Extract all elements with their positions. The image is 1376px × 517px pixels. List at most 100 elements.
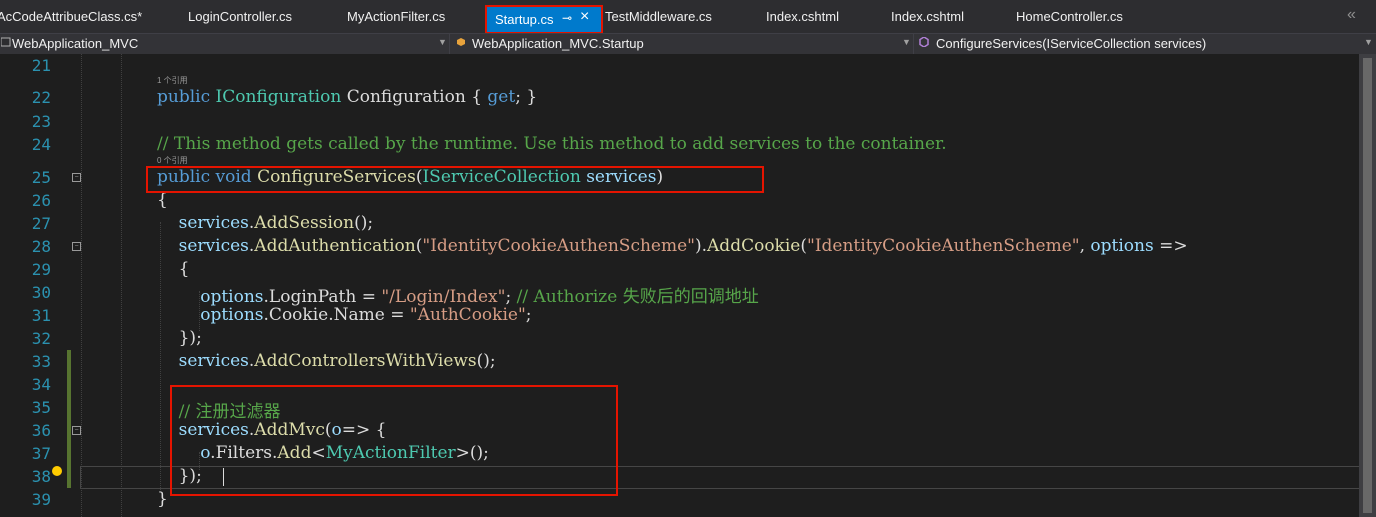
tab-index-cshtml-2[interactable]: Index.cshtml: [891, 9, 964, 24]
chevron-down-icon: ▼: [438, 37, 447, 47]
tab-testmiddleware[interactable]: TestMiddleware.cs: [605, 9, 712, 24]
member-dropdown-value: ConfigureServices(IServiceCollection ser…: [936, 36, 1207, 51]
code-token: get: [487, 87, 516, 107]
code-token: options: [1090, 236, 1154, 256]
tab-startup[interactable]: Startup.cs ⊸ ×: [485, 5, 603, 34]
code-text: services.AddAuthentication("IdentityCook…: [157, 236, 1188, 256]
code-line[interactable]: 22 public IConfiguration Configuration { …: [0, 86, 1359, 109]
code-line[interactable]: 23: [0, 110, 1359, 133]
chevron-down-icon: ▼: [1364, 37, 1373, 47]
tab-homecontroller[interactable]: HomeController.cs: [1016, 9, 1123, 24]
code-token: {: [157, 259, 190, 279]
code-token: options: [200, 305, 264, 325]
vertical-scrollbar[interactable]: [1359, 54, 1376, 517]
collapse-icon[interactable]: −: [72, 242, 81, 251]
line-number: 33: [31, 352, 51, 371]
project-dropdown[interactable]: WebApplication_MVC ▼: [0, 34, 450, 54]
tab-startup-label: Startup.cs: [495, 12, 554, 27]
code-token: {: [157, 190, 168, 210]
code-token: }: [157, 489, 168, 509]
code-token: services: [178, 351, 249, 371]
line-number: 21: [31, 56, 51, 75]
codelens-references[interactable]: 1 个引用: [157, 75, 188, 86]
line-number: 35: [31, 398, 51, 417]
collapse-icon[interactable]: −: [72, 173, 81, 182]
code-token: "AuthCookie": [409, 305, 526, 325]
code-line[interactable]: 33 services.AddControllersWithViews();: [0, 350, 1359, 373]
type-dropdown[interactable]: WebApplication_MVC.Startup ▼: [450, 34, 914, 54]
document-tab-bar: AcCodeAttribueClass.cs* LoginController.…: [0, 0, 1376, 34]
line-number: 24: [31, 135, 51, 154]
line-number: 36: [31, 421, 51, 440]
code-token: AddAuthentication: [254, 236, 416, 256]
code-line[interactable]: 27 services.AddSession();: [0, 212, 1359, 235]
chevron-double-left-icon[interactable]: «: [1347, 6, 1356, 24]
code-token: Configuration {: [341, 87, 488, 107]
code-token: AddSession: [254, 213, 355, 233]
line-number: 39: [31, 490, 51, 509]
code-text: });: [157, 328, 202, 348]
code-token: ,: [1079, 236, 1091, 256]
code-token: public: [157, 87, 211, 107]
code-token: ).: [694, 236, 708, 256]
tab-logincontroller[interactable]: LoginController.cs: [188, 9, 292, 24]
code-token: "IdentityCookieAuthenScheme": [807, 236, 1080, 256]
code-line[interactable]: 32 });: [0, 327, 1359, 350]
code-text: public IConfiguration Configuration { ge…: [157, 87, 537, 107]
code-text: services.AddSession();: [157, 213, 374, 233]
project-dropdown-value: WebApplication_MVC: [12, 36, 139, 51]
line-number: 29: [31, 260, 51, 279]
code-token: (: [800, 236, 807, 256]
tab-accodeattribueclass[interactable]: AcCodeAttribueClass.cs*: [0, 9, 142, 24]
code-token: IConfiguration: [215, 87, 342, 107]
line-number: 32: [31, 329, 51, 348]
line-number: 31: [31, 306, 51, 325]
code-token: });: [157, 328, 202, 348]
scrollbar-thumb[interactable]: [1363, 58, 1372, 513]
tab-myactionfilter[interactable]: MyActionFilter.cs: [347, 9, 445, 24]
code-token: ;: [525, 305, 532, 325]
code-line[interactable]: 31 options.Cookie.Name = "AuthCookie";: [0, 304, 1359, 327]
code-line[interactable]: 24 // This method gets called by the runt…: [0, 133, 1359, 156]
line-number: 34: [31, 375, 51, 394]
code-token: ();: [354, 213, 374, 233]
tab-index-cshtml-1[interactable]: Index.cshtml: [766, 9, 839, 24]
code-token: ; }: [515, 87, 538, 107]
line-number: 30: [31, 283, 51, 302]
code-token: ();: [476, 351, 496, 371]
line-number: 23: [31, 112, 51, 131]
type-dropdown-value: WebApplication_MVC.Startup: [472, 36, 644, 51]
code-token: "IdentityCookieAuthenScheme": [422, 236, 695, 256]
line-number: 27: [31, 214, 51, 233]
code-token: AddCookie: [707, 236, 801, 256]
code-token: services: [178, 236, 249, 256]
code-line[interactable]: 30 options.LoginPath = "/Login/Index"; /…: [0, 281, 1359, 307]
pin-icon[interactable]: ⊸: [562, 11, 572, 25]
code-text: }: [157, 489, 168, 509]
code-token: =>: [1153, 236, 1188, 256]
code-editor[interactable]: 21 22 public IConfiguration Configuration …: [0, 54, 1376, 517]
collapse-icon[interactable]: −: [72, 426, 81, 435]
code-token: services: [178, 213, 249, 233]
lightbulb-icon[interactable]: [52, 466, 62, 476]
method-icon: [919, 37, 929, 47]
code-text: // This method gets called by the runtim…: [157, 134, 947, 154]
code-text: {: [157, 190, 168, 210]
code-line[interactable]: 21: [0, 54, 1359, 77]
text-caret: [223, 468, 224, 486]
code-token: AddControllersWithViews: [254, 351, 477, 371]
code-token: // This method gets called by the runtim…: [157, 134, 947, 154]
filter-registration-highlight: [170, 385, 618, 496]
member-dropdown[interactable]: ConfigureServices(IServiceCollection ser…: [914, 34, 1376, 54]
close-icon[interactable]: ×: [580, 8, 589, 26]
line-number: 25: [31, 168, 51, 187]
code-line[interactable]: 28 services.AddAuthentication("IdentityC…: [0, 235, 1359, 258]
class-icon: [457, 38, 465, 46]
code-text: options.Cookie.Name = "AuthCookie";: [157, 305, 532, 325]
code-line[interactable]: 29 {: [0, 258, 1359, 281]
csharp-project-icon: [1, 37, 11, 47]
codelens-references[interactable]: 0 个引用: [157, 155, 188, 166]
code-token: .Cookie.Name =: [263, 305, 410, 325]
